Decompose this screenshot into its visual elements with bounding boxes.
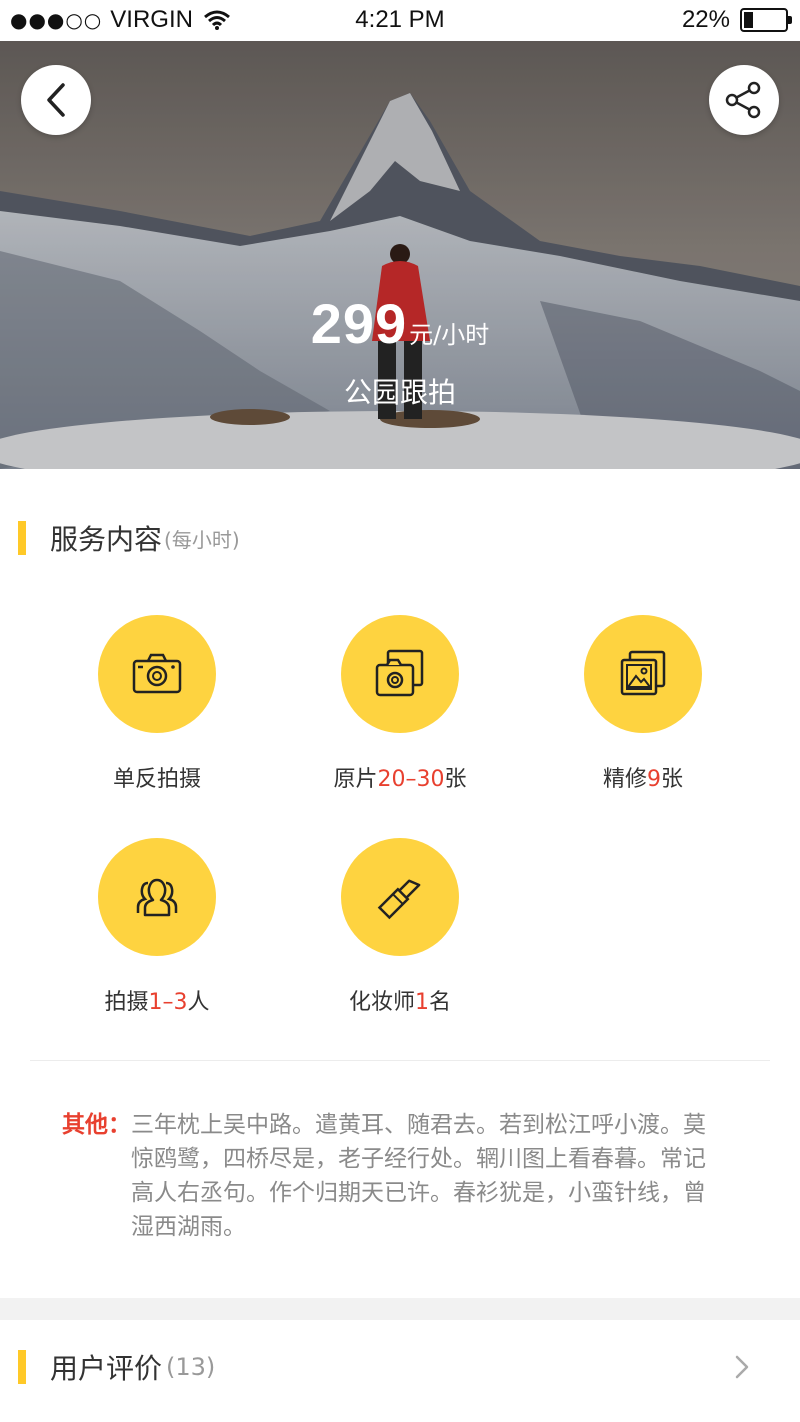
service-item: 单反拍摄 xyxy=(47,615,267,793)
battery-percent: 22% xyxy=(681,6,730,33)
service-label: 原片20–30张 xyxy=(290,761,510,793)
service-label: 拍摄1–3人 xyxy=(47,984,267,1016)
battery-icon xyxy=(740,8,792,32)
label-suffix: 名 xyxy=(429,990,452,1015)
share-button[interactable] xyxy=(709,65,779,135)
status-right: 22% xyxy=(681,6,792,34)
service-title: 公园跟拍 xyxy=(343,376,456,409)
price-unit: 元/小时 xyxy=(409,321,490,349)
hero-banner: 299元/小时 公园跟拍 xyxy=(0,41,800,469)
label-text: 单反拍摄 xyxy=(112,767,201,792)
other-notes: 其他： 三年枕上吴中路。遣黄耳、随君去。若到松江呼小渡。莫惊鸥鹭，四桥尽是，老子… xyxy=(62,1108,742,1244)
label-text: 原片 xyxy=(333,767,378,792)
section-accent-bar xyxy=(18,521,26,555)
reviews-row[interactable]: 用户评价 (13) xyxy=(0,1332,800,1402)
section-gap xyxy=(0,1298,800,1320)
service-label: 精修9张 xyxy=(533,761,753,793)
service-section-header: 服务内容 (每小时) xyxy=(0,508,800,568)
clock: 4:21 PM xyxy=(355,6,445,33)
label-highlight: 9 xyxy=(647,767,661,792)
price-value: 299 xyxy=(310,292,408,355)
label-suffix: 张 xyxy=(661,767,684,792)
reviews-title: 用户评价 xyxy=(50,1352,163,1385)
gallery-icon xyxy=(620,650,666,696)
service-label: 化妆师1名 xyxy=(290,984,510,1016)
chevron-left-icon xyxy=(47,83,65,117)
label-highlight: 1 xyxy=(415,990,429,1015)
label-text: 精修 xyxy=(602,767,647,792)
section-title: 服务内容 xyxy=(50,523,163,556)
share-icon xyxy=(725,81,761,119)
service-item: 精修9张 xyxy=(533,615,753,793)
label-highlight: 20–30 xyxy=(377,767,445,792)
service-item: 化妆师1名 xyxy=(290,838,510,1016)
lipstick-icon xyxy=(377,879,421,920)
price: 299元/小时 xyxy=(0,291,800,356)
other-text: 三年枕上吴中路。遣黄耳、随君去。若到松江呼小渡。莫惊鸥鹭，四桥尽是，老子经行处。… xyxy=(131,1112,706,1240)
service-item: 拍摄1–3人 xyxy=(47,838,267,1016)
service-item: 原片20–30张 xyxy=(290,615,510,793)
photos-camera-icon xyxy=(375,649,424,697)
label-suffix: 张 xyxy=(444,767,467,792)
service-label: 单反拍摄 xyxy=(47,761,267,793)
label-suffix: 人 xyxy=(187,990,210,1015)
label-highlight: 1–3 xyxy=(148,990,188,1015)
camera-icon xyxy=(132,653,182,694)
service-icon-circle xyxy=(341,838,459,956)
service-icon-circle xyxy=(98,838,216,956)
section-subtitle: (每小时) xyxy=(164,527,240,552)
label-text: 拍摄 xyxy=(104,990,149,1015)
chevron-right-icon[interactable] xyxy=(734,1354,750,1380)
service-icon-circle xyxy=(98,615,216,733)
status-bar: ●●●○○ VIRGIN 4:21 PM 22% xyxy=(0,0,800,41)
back-button[interactable] xyxy=(21,65,91,135)
people-icon xyxy=(136,878,178,917)
label-text: 化妆师 xyxy=(348,990,415,1015)
section-accent-bar xyxy=(18,1350,26,1384)
divider xyxy=(30,1060,770,1061)
service-icon-circle xyxy=(584,615,702,733)
service-icon-circle xyxy=(341,615,459,733)
other-label: 其他： xyxy=(62,1112,131,1138)
reviews-count: (13) xyxy=(166,1353,216,1381)
